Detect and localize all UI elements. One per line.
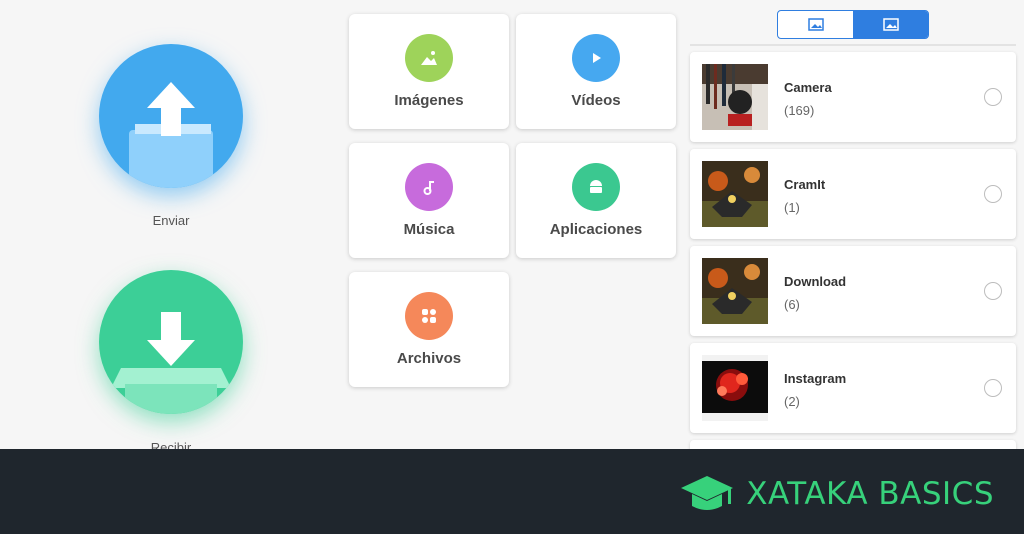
image-view-icon: [807, 18, 824, 31]
category-images[interactable]: Imágenes: [349, 14, 509, 129]
album-item[interactable]: CramIt (1): [690, 149, 1016, 239]
music-note-icon: [405, 163, 453, 211]
toggle-image-view[interactable]: [778, 11, 853, 38]
category-label: Archivos: [396, 350, 462, 367]
brand-name: XATAKA BASICS: [746, 476, 994, 512]
album-select-radio[interactable]: [984, 282, 1002, 300]
album-name: Download: [784, 274, 847, 289]
album-thumbnail: [702, 355, 768, 421]
image-icon: [405, 34, 453, 82]
category-music[interactable]: Música: [349, 143, 509, 258]
view-toggle: [777, 10, 929, 39]
graduation-cap-icon: [681, 476, 734, 510]
send-button[interactable]: [99, 44, 243, 188]
category-label: Aplicaciones: [549, 221, 643, 238]
send-label: Enviar: [152, 213, 190, 228]
album-count: (169): [784, 103, 815, 118]
album-count: (2): [784, 394, 800, 409]
gallery-view-icon: [882, 18, 899, 31]
album-name: Instagram: [784, 371, 847, 386]
android-icon: [572, 163, 620, 211]
receive-button[interactable]: [99, 270, 243, 414]
album-item[interactable]: Instagram (2): [690, 343, 1016, 433]
album-item[interactable]: Camera (169): [690, 52, 1016, 142]
toggle-gallery-view[interactable]: [853, 11, 928, 38]
category-label: Imágenes: [394, 92, 464, 109]
album-thumbnail: [702, 64, 768, 130]
album-select-radio[interactable]: [984, 379, 1002, 397]
album-select-radio[interactable]: [984, 88, 1002, 106]
brand-logo: XATAKA BASICS: [680, 474, 994, 514]
album-name: Camera: [784, 80, 832, 95]
category-label: Música: [403, 221, 455, 238]
album-name: CramIt: [784, 177, 826, 192]
category-label: Vídeos: [571, 92, 621, 109]
album-select-radio[interactable]: [984, 185, 1002, 203]
category-files[interactable]: Archivos: [349, 272, 509, 387]
album-thumbnail: [702, 161, 768, 227]
album-count: (1): [784, 200, 800, 215]
download-box-icon: [111, 312, 231, 414]
divider: [690, 44, 1016, 46]
footer-banner: XATAKA BASICS: [0, 449, 1024, 534]
upload-folder-icon: [129, 82, 213, 188]
category-videos[interactable]: Vídeos: [516, 14, 676, 129]
files-grid-icon: [405, 292, 453, 340]
category-apps[interactable]: Aplicaciones: [516, 143, 676, 258]
play-icon: [572, 34, 620, 82]
album-item[interactable]: Download (6): [690, 246, 1016, 336]
album-count: (6): [784, 297, 800, 312]
album-thumbnail: [702, 258, 768, 324]
